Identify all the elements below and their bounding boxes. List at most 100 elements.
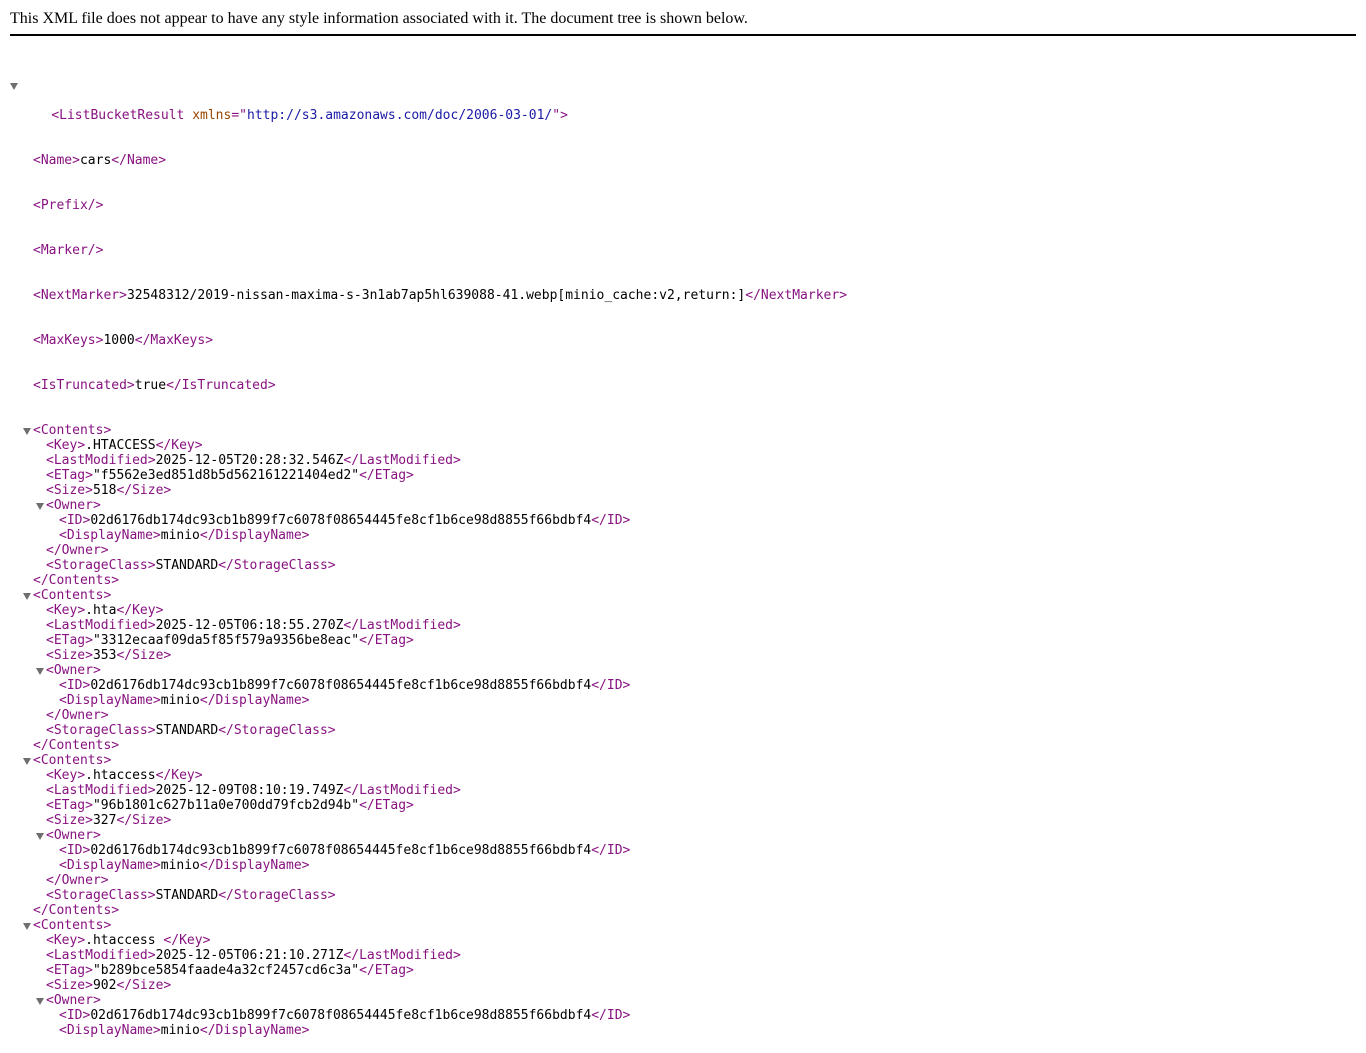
storage-class-value: STANDARD — [155, 888, 219, 903]
xmlns-attribute-value: http://s3.amazonaws.com/doc/2006-03-01/ — [247, 108, 553, 123]
root-children: <Name>cars</Name> <Prefix/> <Marker/> <N… — [20, 123, 847, 1038]
contents-open-line: <Contents> — [23, 423, 847, 438]
owner-open-line: <Owner> — [36, 663, 847, 678]
owner-close-line: </Owner> — [46, 873, 109, 888]
owner-id-value: 02d6176db174dc93cb1b899f7c6078f08654445f… — [90, 513, 592, 528]
owner-display-name-line: <DisplayName>minio</DisplayName> — [59, 1023, 310, 1038]
owner-display-name-value: minio — [160, 528, 200, 543]
key-value: .htaccess — [85, 768, 156, 783]
owner-close-line: </Owner> — [46, 543, 109, 558]
contents-children: <Key>.hta</Key> <LastModified>2025-12-05T… — [33, 603, 847, 738]
storage-class-line: <StorageClass>STANDARD</StorageClass> — [46, 558, 336, 573]
etag-line: <ETag>"f5562e3ed851d8b5d562161221404ed2"… — [46, 468, 414, 483]
key-line: <Key>.HTACCESS</Key> — [46, 438, 203, 453]
key-line: <Key>.htaccess </Key> — [46, 933, 211, 948]
size-line: <Size>902</Size> — [46, 978, 172, 993]
last-modified-line: <LastModified>2025-12-05T06:21:10.271Z</… — [46, 948, 461, 963]
contents-entry: <Contents> <Key>.htaccess </Key> <LastModi… — [23, 918, 847, 1038]
xmlns-attribute-name: xmlns — [192, 108, 232, 123]
storage-class-line: <StorageClass>STANDARD</StorageClass> — [46, 723, 336, 738]
next-marker-value: 32548312/2019-nissan-maxima-s-3n1ab7ap5h… — [126, 288, 746, 303]
collapse-triangle-icon[interactable] — [23, 593, 31, 600]
owner-display-name-line: <DisplayName>minio</DisplayName> — [59, 528, 310, 543]
owner-display-name-value: minio — [160, 693, 200, 708]
owner-open-line: <Owner> — [36, 993, 847, 1008]
owner-display-name-line: <DisplayName>minio</DisplayName> — [59, 858, 310, 873]
root-open-tag: <ListBucketResult xmlns="http://s3.amazo… — [51, 108, 568, 123]
etag-value: "f5562e3ed851d8b5d562161221404ed2" — [92, 468, 360, 483]
size-value: 518 — [92, 483, 117, 498]
contents-close-line: </Contents> — [33, 738, 120, 753]
collapse-triangle-icon[interactable] — [36, 833, 44, 840]
contents-children: <Key>.HTACCESS</Key> <LastModified>2025-1… — [33, 438, 847, 573]
contents-open-line: <Contents> — [23, 918, 847, 933]
xml-document-tree: <ListBucketResult xmlns="http://s3.amazo… — [10, 48, 847, 1053]
contents-close-line: </Contents> — [33, 903, 120, 918]
last-modified-value: 2025-12-05T06:21:10.271Z — [155, 948, 344, 963]
owner-children: <ID>02d6176db174dc93cb1b899f7c6078f08654… — [46, 513, 847, 543]
etag-value: "3312ecaaf09da5f85f579a9356be8eac" — [92, 633, 360, 648]
owner-open-line: <Owner> — [36, 498, 847, 513]
next-marker-line: <NextMarker>32548312/2019-nissan-maxima-… — [33, 288, 848, 303]
key-value: .hta — [85, 603, 117, 618]
owner-id-line: <ID>02d6176db174dc93cb1b899f7c6078f08654… — [59, 843, 631, 858]
contents-entry: <Contents> <Key>.htaccess</Key> <LastModif… — [23, 753, 847, 918]
size-value: 327 — [92, 813, 117, 828]
size-line: <Size>518</Size> — [46, 483, 172, 498]
storage-class-value: STANDARD — [155, 723, 219, 738]
etag-line: <ETag>"b289bce5854faade4a32cf2457cd6c3a"… — [46, 963, 414, 978]
etag-value: "b289bce5854faade4a32cf2457cd6c3a" — [92, 963, 360, 978]
storage-class-value: STANDARD — [155, 558, 219, 573]
prefix-line: <Prefix/> — [33, 198, 104, 213]
bucket-name: cars — [79, 153, 112, 168]
xml-viewer-header: This XML file does not appear to have an… — [10, 0, 1356, 36]
last-modified-value: 2025-12-05T06:18:55.270Z — [155, 618, 344, 633]
last-modified-line: <LastModified>2025-12-05T06:18:55.270Z</… — [46, 618, 461, 633]
owner-display-name-value: minio — [160, 858, 200, 873]
max-keys-line: <MaxKeys>1000</MaxKeys> — [33, 333, 214, 348]
contents-open-line: <Contents> — [23, 753, 847, 768]
collapse-triangle-icon[interactable] — [36, 668, 44, 675]
collapse-triangle-icon[interactable] — [23, 428, 31, 435]
is-truncated-value: true — [134, 378, 167, 393]
last-modified-value: 2025-12-09T08:10:19.749Z — [155, 783, 344, 798]
owner-id-line: <ID>02d6176db174dc93cb1b899f7c6078f08654… — [59, 513, 631, 528]
key-line: <Key>.hta</Key> — [46, 603, 164, 618]
size-value: 353 — [92, 648, 117, 663]
owner-display-name-line: <DisplayName>minio</DisplayName> — [59, 693, 310, 708]
contents-close-line: </Contents> — [33, 573, 120, 588]
collapse-triangle-icon[interactable] — [36, 503, 44, 510]
contents-children: <Key>.htaccess</Key> <LastModified>2025-1… — [33, 768, 847, 903]
last-modified-line: <LastModified>2025-12-05T20:28:32.546Z</… — [46, 453, 461, 468]
key-line: <Key>.htaccess</Key> — [46, 768, 203, 783]
owner-children: <ID>02d6176db174dc93cb1b899f7c6078f08654… — [46, 1008, 847, 1038]
owner-id-value: 02d6176db174dc93cb1b899f7c6078f08654445f… — [90, 678, 592, 693]
owner-open-line: <Owner> — [36, 828, 847, 843]
name-line: <Name>cars</Name> — [33, 153, 167, 168]
marker-line: <Marker/> — [33, 243, 104, 258]
owner-children: <ID>02d6176db174dc93cb1b899f7c6078f08654… — [46, 678, 847, 708]
size-line: <Size>353</Size> — [46, 648, 172, 663]
collapse-triangle-icon[interactable] — [23, 923, 31, 930]
size-value: 902 — [92, 978, 117, 993]
no-style-info-message: This XML file does not appear to have an… — [10, 10, 748, 27]
storage-class-line: <StorageClass>STANDARD</StorageClass> — [46, 888, 336, 903]
collapse-triangle-icon[interactable] — [23, 758, 31, 765]
etag-line: <ETag>"96b1801c627b11a0e700dd79fcb2d94b"… — [46, 798, 414, 813]
is-truncated-line: <IsTruncated>true</IsTruncated> — [33, 378, 276, 393]
etag-line: <ETag>"3312ecaaf09da5f85f579a9356be8eac"… — [46, 633, 414, 648]
contents-entry: <Contents> <Key>.HTACCESS</Key> <LastModif… — [23, 423, 847, 588]
collapse-triangle-icon[interactable] — [36, 998, 44, 1005]
key-value: .htaccess — [85, 933, 164, 948]
collapse-triangle-icon[interactable] — [10, 83, 18, 90]
owner-close-line: </Owner> — [46, 708, 109, 723]
last-modified-value: 2025-12-05T20:28:32.546Z — [155, 453, 344, 468]
key-value: .HTACCESS — [85, 438, 156, 453]
max-keys-value: 1000 — [103, 333, 135, 348]
last-modified-line: <LastModified>2025-12-09T08:10:19.749Z</… — [46, 783, 461, 798]
size-line: <Size>327</Size> — [46, 813, 172, 828]
etag-value: "96b1801c627b11a0e700dd79fcb2d94b" — [92, 798, 360, 813]
owner-id-line: <ID>02d6176db174dc93cb1b899f7c6078f08654… — [59, 678, 631, 693]
owner-id-line: <ID>02d6176db174dc93cb1b899f7c6078f08654… — [59, 1008, 631, 1023]
root-open-line: <ListBucketResult xmlns="http://s3.amazo… — [10, 78, 847, 123]
